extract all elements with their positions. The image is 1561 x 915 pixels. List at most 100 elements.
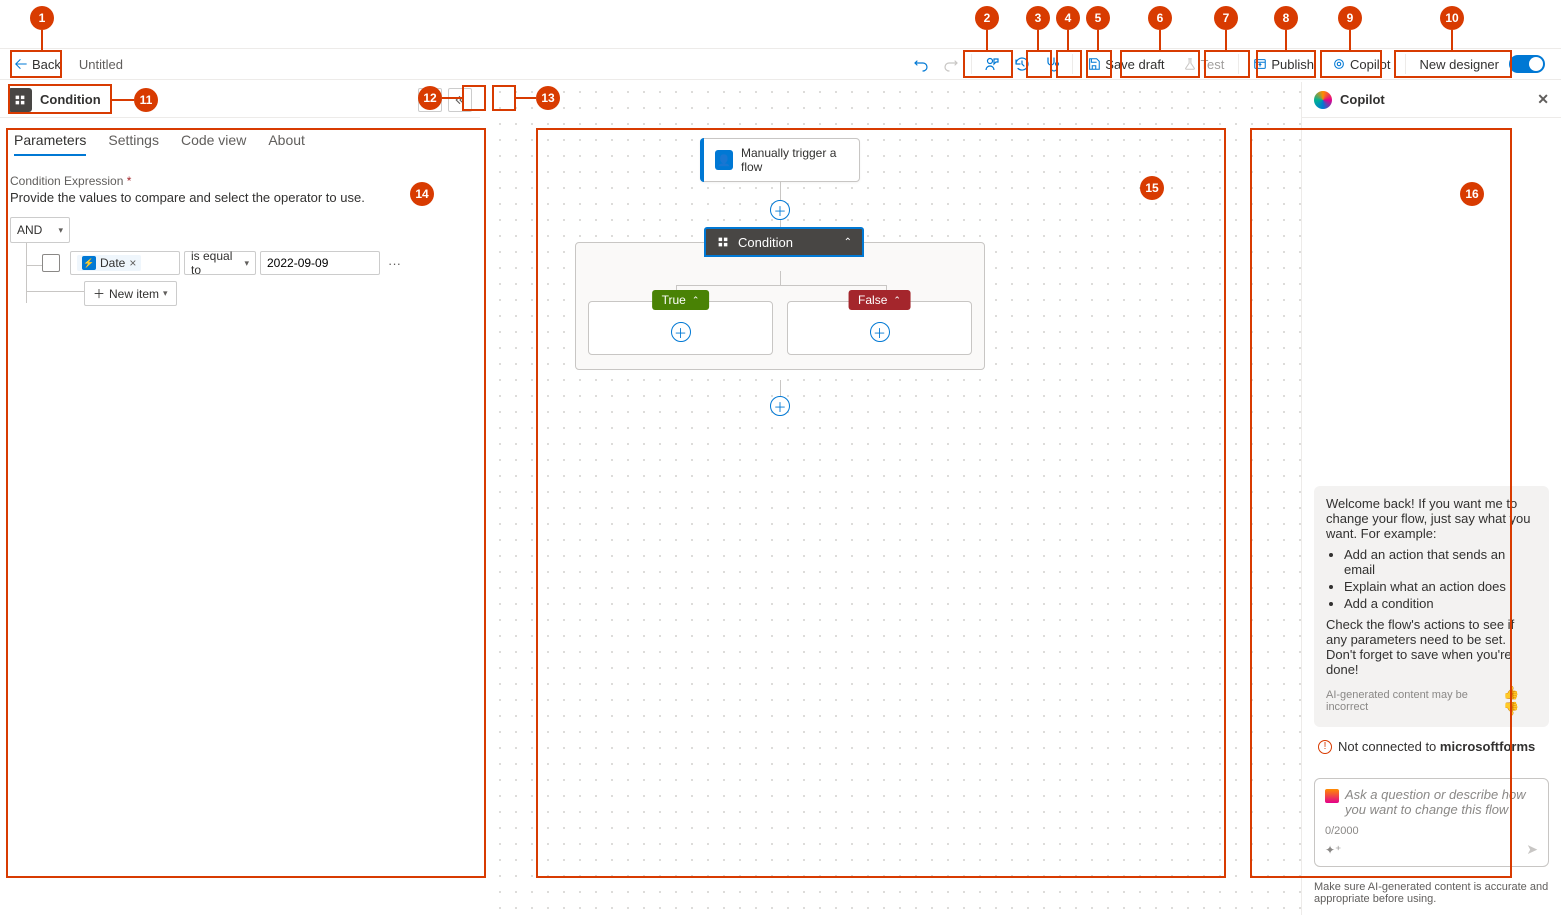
- flow-title[interactable]: Untitled: [79, 57, 123, 72]
- false-label[interactable]: False⌃: [848, 290, 911, 310]
- row-checkbox[interactable]: [42, 254, 60, 272]
- condition-node-label: Condition: [738, 235, 793, 250]
- flow-checker-button[interactable]: [1038, 50, 1066, 78]
- tab-settings[interactable]: Settings: [108, 132, 159, 156]
- copilot-followup-text: Check the flow's actions to see if any p…: [1326, 617, 1537, 677]
- condition-field-description: Provide the values to compare and select…: [10, 190, 470, 205]
- warning-icon: !: [1318, 740, 1332, 754]
- history-icon: [1014, 56, 1030, 72]
- annotation-14: 14: [410, 182, 434, 206]
- panel-header: Condition: [0, 82, 480, 118]
- dynamic-content-icon: ⚡: [82, 256, 96, 270]
- condition-header[interactable]: Condition ⌃: [704, 227, 864, 257]
- remove-token-icon[interactable]: ×: [129, 256, 136, 270]
- panel-tabs: Parameters Settings Code view About: [10, 132, 470, 156]
- copilot-button[interactable]: Copilot: [1324, 50, 1398, 78]
- condition-row: ⚡ Date × is equal to ▾ ···: [42, 251, 470, 275]
- panel-title: Condition: [40, 92, 101, 107]
- add-false-action-button[interactable]: ＋: [870, 322, 890, 342]
- copilot-welcome-text: Welcome back! If you want me to change y…: [1326, 496, 1537, 541]
- copilot-placeholder: Ask a question or describe how you want …: [1345, 787, 1538, 817]
- close-icon[interactable]: ✕: [1537, 91, 1549, 108]
- copilot-logo-icon: [1314, 91, 1332, 109]
- version-history-button[interactable]: [1008, 50, 1036, 78]
- chevron-up-icon[interactable]: ⌃: [844, 237, 852, 248]
- undo-icon: [913, 56, 929, 72]
- operand-left[interactable]: ⚡ Date ×: [70, 251, 180, 275]
- condition-field-label: Condition Expression *: [10, 174, 470, 188]
- copilot-title: Copilot: [1340, 92, 1385, 107]
- annotation-10: 10: [1440, 6, 1464, 30]
- add-action-button[interactable]: ＋: [770, 200, 790, 220]
- publish-button[interactable]: Publish: [1245, 50, 1322, 78]
- annotation-2: 2: [975, 6, 999, 30]
- stethoscope-icon: [1044, 56, 1060, 72]
- copilot-suggestion-3: Add a condition: [1344, 596, 1537, 611]
- top-toolbar: Back Untitled Save draft Test Publish Co…: [0, 48, 1561, 80]
- flask-icon: [1183, 57, 1197, 71]
- chevron-double-left-icon: [454, 94, 466, 106]
- annotation-8: 8: [1274, 6, 1298, 30]
- tab-code-view[interactable]: Code view: [181, 132, 246, 156]
- collapse-panel-button[interactable]: [448, 88, 472, 112]
- condition-node[interactable]: Condition ⌃ True⌃ ＋ False⌃ ＋: [575, 242, 985, 370]
- thumbs-up-icon[interactable]: 👍: [1503, 685, 1519, 700]
- tab-parameters[interactable]: Parameters: [14, 132, 86, 156]
- annotation-11: 11: [134, 88, 158, 112]
- operator-value: is equal to: [191, 249, 244, 277]
- warning-prefix: Not connected to: [1338, 739, 1440, 754]
- copilot-message: Welcome back! If you want me to change y…: [1314, 486, 1549, 727]
- true-label[interactable]: True⌃: [652, 290, 710, 310]
- condition-panel: Parameters Settings Code view About Cond…: [0, 118, 480, 915]
- add-action-after-button[interactable]: ＋: [770, 396, 790, 416]
- connection-warning: ! Not connected to microsoftforms: [1318, 739, 1545, 754]
- copilot-footer-disclaimer: Make sure AI-generated content is accura…: [1302, 875, 1561, 915]
- trigger-node[interactable]: 👤 Manually trigger a flow: [700, 138, 860, 182]
- feedback-button[interactable]: [978, 50, 1006, 78]
- undo-button[interactable]: [907, 50, 935, 78]
- chevron-down-icon: ▾: [163, 288, 168, 299]
- chevron-down-icon: ▾: [244, 258, 249, 269]
- new-designer-label: New designer: [1420, 57, 1500, 72]
- annotation-12: 12: [418, 86, 442, 110]
- new-item-button[interactable]: ＋ New item ▾: [84, 281, 177, 306]
- copilot-input[interactable]: Ask a question or describe how you want …: [1314, 778, 1549, 867]
- new-designer-toggle[interactable]: New designer: [1412, 50, 1554, 78]
- annotation-13: 13: [536, 86, 560, 110]
- operand-right[interactable]: [260, 251, 380, 275]
- operand-left-label: Date: [100, 256, 125, 270]
- sparkle-small-icon[interactable]: ✦⁺: [1325, 843, 1341, 857]
- row-more-button[interactable]: ···: [384, 256, 405, 271]
- copilot-suggestion-1: Add an action that sends an email: [1344, 547, 1537, 577]
- true-branch[interactable]: True⌃ ＋: [588, 301, 773, 355]
- plus-icon: ＋: [93, 285, 105, 302]
- annotation-3: 3: [1026, 6, 1050, 30]
- annotation-6: 6: [1148, 6, 1172, 30]
- send-icon[interactable]: ➤: [1526, 841, 1538, 858]
- test-button[interactable]: Test: [1175, 50, 1233, 78]
- group-operator-select[interactable]: AND ▾: [10, 217, 70, 243]
- publish-icon: [1253, 57, 1267, 71]
- char-counter: 0/2000: [1325, 825, 1538, 837]
- copilot-btn-label: Copilot: [1350, 57, 1390, 72]
- annotation-1: 1: [30, 6, 54, 30]
- redo-button[interactable]: [937, 50, 965, 78]
- copilot-suggestion-2: Explain what an action does: [1344, 579, 1537, 594]
- thumbs-down-icon[interactable]: 👎: [1503, 701, 1519, 716]
- annotation-9: 9: [1338, 6, 1362, 30]
- publish-label: Publish: [1271, 57, 1314, 72]
- save-draft-button[interactable]: Save draft: [1079, 50, 1172, 78]
- new-item-label: New item: [109, 287, 159, 301]
- test-label: Test: [1201, 57, 1225, 72]
- false-branch[interactable]: False⌃ ＋: [787, 301, 972, 355]
- back-button[interactable]: Back: [8, 55, 67, 74]
- add-true-action-button[interactable]: ＋: [671, 322, 691, 342]
- toggle-switch[interactable]: [1509, 55, 1545, 73]
- designer-canvas[interactable]: 👤 Manually trigger a flow ＋ Condition ⌃ …: [490, 82, 1301, 915]
- tab-about[interactable]: About: [268, 132, 305, 156]
- annotation-5: 5: [1086, 6, 1110, 30]
- operator-select[interactable]: is equal to ▾: [184, 251, 256, 275]
- annotation-4: 4: [1056, 6, 1080, 30]
- arrow-left-icon: [14, 57, 28, 71]
- trigger-label: Manually trigger a flow: [741, 146, 849, 175]
